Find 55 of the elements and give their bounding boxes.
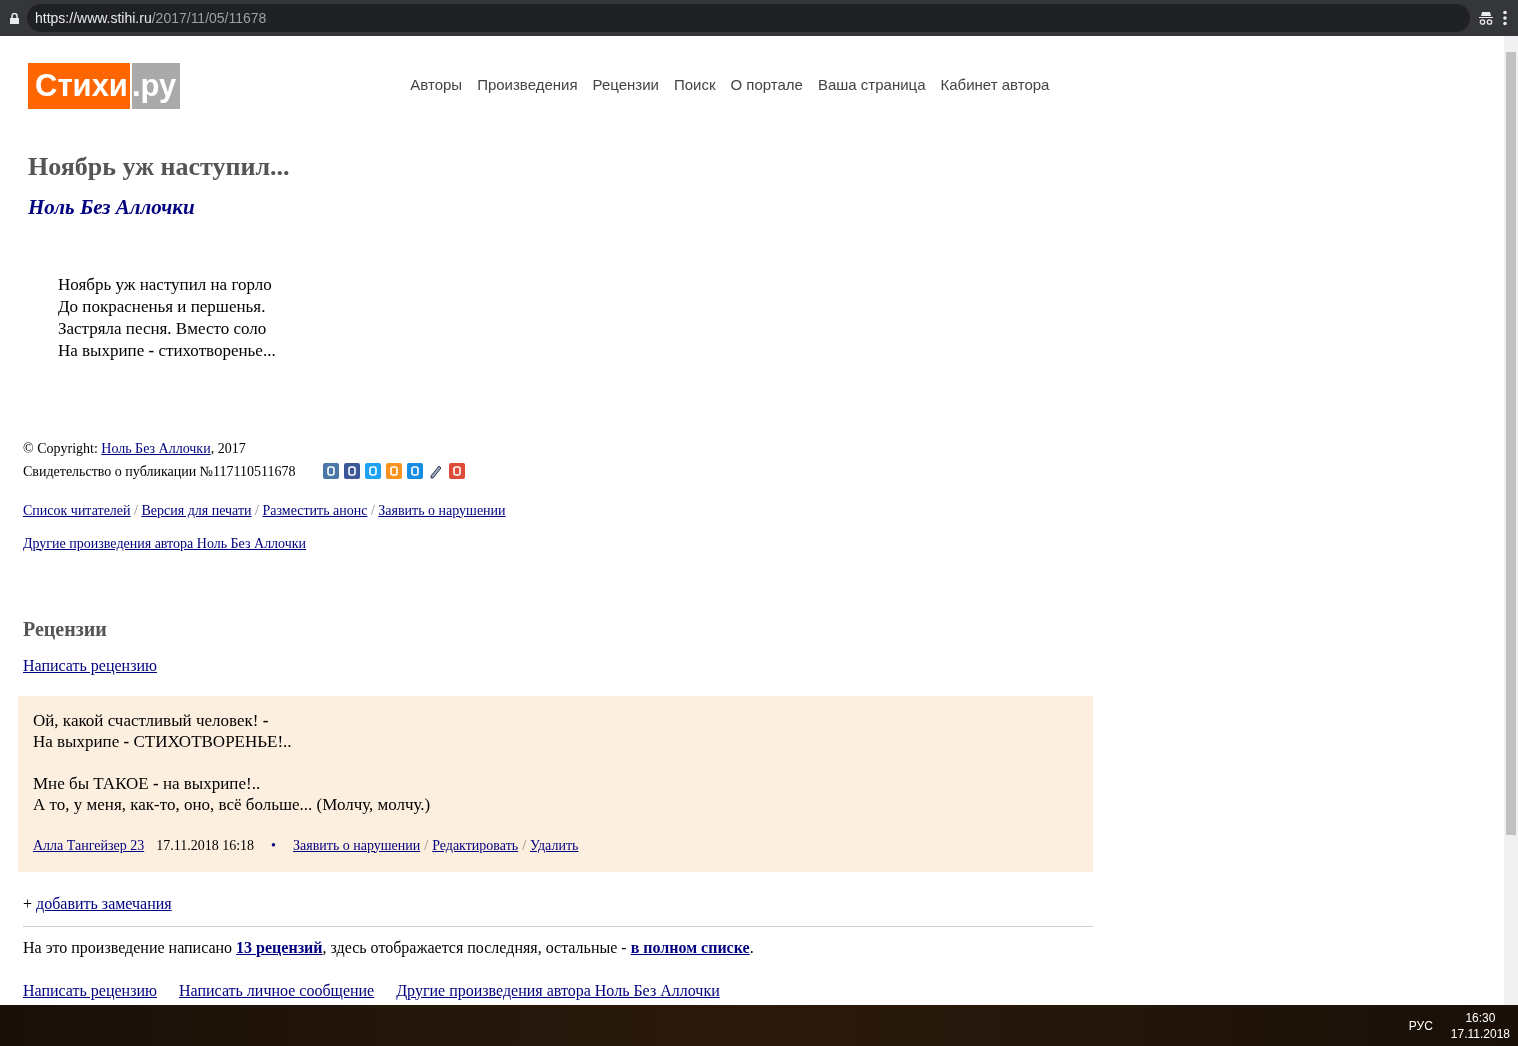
link[interactable]: Версия для печати <box>141 502 252 518</box>
nav-link[interactable]: Поиск <box>673 74 716 97</box>
poem-title: Ноябрь уж наступил... <box>28 151 291 183</box>
link[interactable]: Список читателей <box>23 502 131 518</box>
link[interactable]: в полном списке <box>630 938 750 956</box>
link[interactable]: Удалить <box>530 834 579 856</box>
separator: / <box>522 836 527 855</box>
scrollbar[interactable] <box>1504 36 1518 1005</box>
author-link[interactable]: Ноль Без Аллочки <box>101 440 211 456</box>
link[interactable]: 13 рецензий <box>236 938 323 956</box>
lock-icon <box>10 12 19 24</box>
separator: / <box>255 502 259 518</box>
poem-line: Застряла песня. Вместо соло <box>58 317 268 340</box>
author-link[interactable]: Ноль Без Аллочки <box>28 192 1481 224</box>
link[interactable]: Разместить анонс <box>262 502 368 518</box>
link[interactable]: Написать личное сообщение <box>179 978 375 1003</box>
certificate-text: Свидетельство о публикации №117110511678 <box>23 462 296 481</box>
link[interactable]: Другие произведения автора Ноль Без Аллочки <box>396 978 720 1003</box>
address-bar[interactable]: https://www.stihi.ru/2017/11/05/11678 <box>27 4 1470 32</box>
review-line: Ой, какой счастливый человек! - <box>33 709 270 731</box>
separator: / <box>424 836 429 855</box>
clock-date: 17.11.2018 <box>1450 1025 1510 1042</box>
nav-link[interactable]: Ваша страница <box>817 74 926 97</box>
copyright-text: © Copyright: Ноль Без Аллочки, 2017 <box>23 439 247 458</box>
plus-sign: + <box>23 894 33 912</box>
nav-link[interactable]: О портале <box>730 74 803 97</box>
link[interactable]: Написать рецензию <box>23 656 157 674</box>
nav-link[interactable]: Рецензии <box>592 74 659 97</box>
menu-icon[interactable] <box>1502 10 1508 26</box>
link[interactable]: Заявить о нарушении <box>378 502 506 518</box>
bullet: • <box>271 836 276 855</box>
separator: / <box>370 502 375 518</box>
poem-line: На выхрипе - стихотворенье... <box>58 339 277 362</box>
nav-link[interactable]: Произведения <box>477 74 578 97</box>
language-indicator[interactable]: РУС <box>1408 1016 1433 1035</box>
review-line: На выхрипе - СТИХОТВОРЕНЬЕ!.. <box>33 730 293 752</box>
link[interactable]: Редактировать <box>432 834 519 856</box>
link[interactable]: Написать рецензию <box>23 978 157 1003</box>
nav-link[interactable]: Кабинет автора <box>940 74 1050 97</box>
link[interactable]: Заявить о нарушении <box>293 834 421 856</box>
review-date: 17.11.2018 16:18 <box>156 836 255 855</box>
review-line: Мне бы ТАКОЕ - на выхрипе!.. <box>33 772 262 794</box>
nav-link[interactable]: Авторы <box>410 74 463 97</box>
poem-line: Ноябрь уж наступил на горло <box>58 273 273 296</box>
url-text: https://www.stihi.ru/2017/11/05/11678 <box>35 8 267 28</box>
incognito-icon <box>1478 11 1494 25</box>
clock-time: 16:30 <box>1464 1009 1497 1026</box>
separator: / <box>134 502 138 518</box>
link[interactable]: добавить замечания <box>36 894 172 912</box>
reviews-heading: Рецензии <box>23 616 108 642</box>
poem-line: До покрасненья и першенья. <box>58 295 267 318</box>
summary-text: На это произведение написано 13 рецензий, здесь отображается последняя, остальные - в полном списке. <box>23 937 755 959</box>
reviewer-link[interactable]: Алла Тангейзер 23 <box>33 834 145 856</box>
review-line: А то, у меня, как-то, оно, всё больше... (Молчу, молчу.) <box>33 793 432 815</box>
link[interactable]: Другие произведения автора Ноль Без Аллочки <box>23 535 307 551</box>
